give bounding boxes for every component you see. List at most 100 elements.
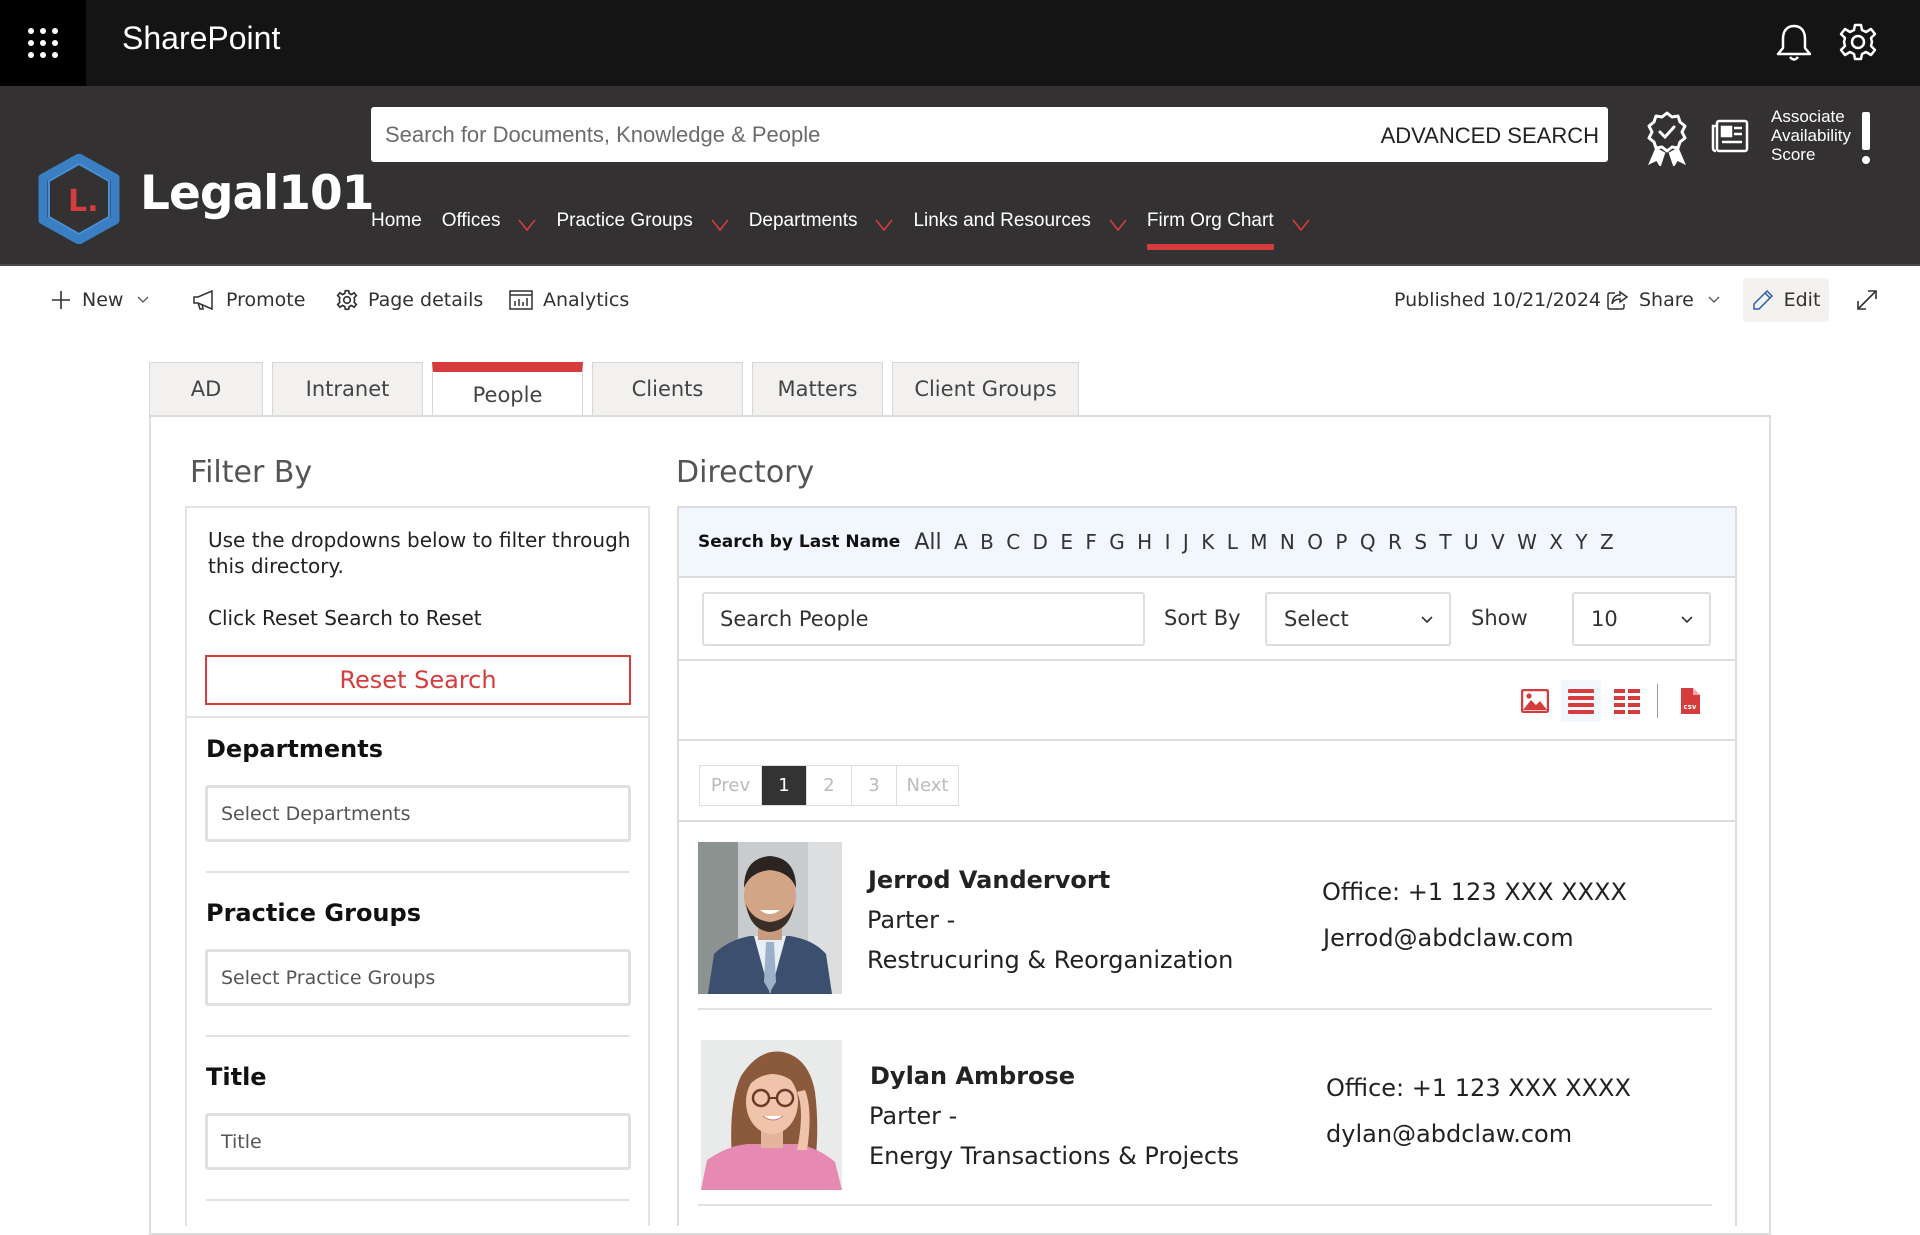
alpha-filter-letter[interactable]: H <box>1137 530 1152 554</box>
gear-icon <box>1839 23 1877 61</box>
title-input[interactable]: Title <box>205 1113 631 1170</box>
alpha-filter-letter[interactable]: K <box>1201 530 1214 554</box>
alpha-filter-letter[interactable]: R <box>1388 530 1402 554</box>
alpha-filter-letter[interactable]: V <box>1491 530 1505 554</box>
practice-groups-select[interactable]: Select Practice Groups <box>205 949 631 1006</box>
list-view-icon <box>1568 689 1594 714</box>
alpha-filter-letter[interactable]: C <box>1006 530 1020 554</box>
directory-tabs: AD Intranet People Clients Matters Clien… <box>149 362 1088 417</box>
nav-home[interactable]: Home <box>371 210 422 232</box>
tab-matters[interactable]: Matters <box>752 362 883 415</box>
person-email[interactable]: dylan@abdclaw.com <box>1326 1120 1572 1148</box>
tab-ad[interactable]: AD <box>149 362 263 415</box>
page-details-button[interactable]: Page details <box>336 286 483 314</box>
new-button[interactable]: New <box>50 286 159 314</box>
alpha-filter-letter[interactable]: Y <box>1575 530 1587 554</box>
svg-text:csv: csv <box>1684 703 1697 711</box>
promote-button[interactable]: Promote <box>192 286 305 314</box>
grid-view-button[interactable] <box>1607 680 1647 722</box>
alpha-filter-letter[interactable]: X <box>1549 530 1563 554</box>
page-size-select[interactable]: 10 <box>1572 592 1711 646</box>
analytics-button[interactable]: Analytics <box>509 286 629 314</box>
search-people-input[interactable]: Search People <box>702 592 1145 646</box>
alpha-filter-letter[interactable]: A <box>954 530 968 554</box>
settings-button[interactable] <box>1838 22 1878 67</box>
alpha-filter-letter[interactable]: B <box>980 530 994 554</box>
expand-button[interactable] <box>1856 286 1888 314</box>
person-photo[interactable] <box>698 842 842 994</box>
tab-client-groups[interactable]: Client Groups <box>892 362 1079 415</box>
edit-button[interactable]: Edit <box>1743 278 1829 322</box>
list-view-button[interactable] <box>1561 680 1601 722</box>
alpha-filter-letter[interactable]: F <box>1085 530 1097 554</box>
share-button[interactable]: Share <box>1607 286 1730 314</box>
app-launcher-button[interactable] <box>0 0 86 86</box>
tab-intranet[interactable]: Intranet <box>272 362 423 415</box>
alpha-filter-letter[interactable]: J <box>1183 530 1189 554</box>
person-card[interactable]: Jerrod Vandervort Parter - Restrucuring … <box>698 842 1712 1032</box>
alpha-filter-letter[interactable]: Q <box>1360 530 1376 554</box>
chevron-down-icon[interactable] <box>518 219 537 231</box>
divider <box>187 716 648 718</box>
grid-view-icon <box>1614 689 1640 714</box>
reset-search-button[interactable]: Reset Search <box>205 655 631 705</box>
alpha-filter-letter[interactable]: L <box>1227 530 1238 554</box>
app-title[interactable]: SharePoint <box>122 20 280 57</box>
associate-availability-score-link[interactable]: Associate Availability Score <box>1771 107 1851 164</box>
image-view-icon <box>1521 689 1549 713</box>
nav-firm-org-chart[interactable]: Firm Org Chart <box>1146 210 1310 250</box>
chevron-down-icon[interactable] <box>875 219 894 231</box>
pagination-page-2[interactable]: 2 <box>807 766 852 805</box>
alpha-filter-letter[interactable]: I <box>1165 530 1171 554</box>
chevron-down-icon[interactable] <box>711 219 729 231</box>
nav-links-and-resources[interactable]: Links and Resources <box>913 210 1127 232</box>
alpha-filter-letter[interactable]: Z <box>1600 530 1614 554</box>
pagination-prev[interactable]: Prev <box>700 766 762 805</box>
alpha-filter-letter[interactable]: W <box>1517 530 1537 554</box>
alpha-filter-letter[interactable]: O <box>1307 530 1323 554</box>
published-date: Published 10/21/2024 <box>1394 289 1602 311</box>
chevron-down-icon[interactable] <box>1291 219 1310 231</box>
nav-label: Firm Org Chart <box>1146 210 1274 250</box>
alpha-filter-letter[interactable]: T <box>1439 530 1451 554</box>
alpha-filter-letter[interactable]: E <box>1060 530 1073 554</box>
global-search-input[interactable] <box>385 107 1285 162</box>
person-name[interactable]: Jerrod Vandervort <box>868 866 1110 894</box>
image-view-button[interactable] <box>1515 680 1555 722</box>
person-name[interactable]: Dylan Ambrose <box>870 1062 1075 1090</box>
news-button[interactable] <box>1710 118 1750 159</box>
alpha-filter-letter[interactable]: N <box>1280 530 1295 554</box>
tab-clients[interactable]: Clients <box>592 362 743 415</box>
csv-export-button[interactable]: csv <box>1670 680 1710 722</box>
alpha-filter-letter[interactable]: S <box>1414 530 1427 554</box>
exclamation-icon[interactable] <box>1862 112 1870 168</box>
associate-score-line: Associate <box>1771 107 1845 126</box>
site-logo[interactable]: L. <box>38 153 120 249</box>
nav-offices[interactable]: Offices <box>442 210 537 232</box>
advanced-search-link[interactable]: ADVANCED SEARCH <box>1381 123 1599 149</box>
associate-score-line: Availability <box>1771 126 1852 145</box>
share-label: Share <box>1639 289 1694 311</box>
pagination-next[interactable]: Next <box>897 766 958 805</box>
tab-people[interactable]: People <box>432 362 583 417</box>
alpha-filter-letter[interactable]: U <box>1464 530 1479 554</box>
departments-select[interactable]: Select Departments <box>205 785 631 842</box>
chevron-down-icon[interactable] <box>1109 219 1127 231</box>
person-title: Parter - <box>869 1102 958 1130</box>
alpha-filter-letter[interactable]: P <box>1335 530 1347 554</box>
person-photo[interactable] <box>701 1040 842 1190</box>
nav-practice-groups[interactable]: Practice Groups <box>556 210 729 232</box>
alpha-filter-all[interactable]: All <box>914 530 941 555</box>
notifications-button[interactable] <box>1775 22 1813 69</box>
sort-by-select[interactable]: Select <box>1265 592 1451 646</box>
nav-departments[interactable]: Departments <box>749 210 894 232</box>
person-card[interactable]: Dylan Ambrose Parter - Energy Transactio… <box>698 1038 1712 1228</box>
site-name[interactable]: Legal101 <box>140 166 374 221</box>
alpha-filter-letter[interactable]: D <box>1033 530 1048 554</box>
recognition-button[interactable] <box>1645 110 1689 171</box>
alpha-filter-letter[interactable]: M <box>1250 530 1267 554</box>
person-email[interactable]: Jerrod@abdclaw.com <box>1323 924 1574 952</box>
pagination-page-3[interactable]: 3 <box>852 766 897 805</box>
alpha-filter-letter[interactable]: G <box>1109 530 1125 554</box>
pagination-page-1[interactable]: 1 <box>762 766 807 805</box>
